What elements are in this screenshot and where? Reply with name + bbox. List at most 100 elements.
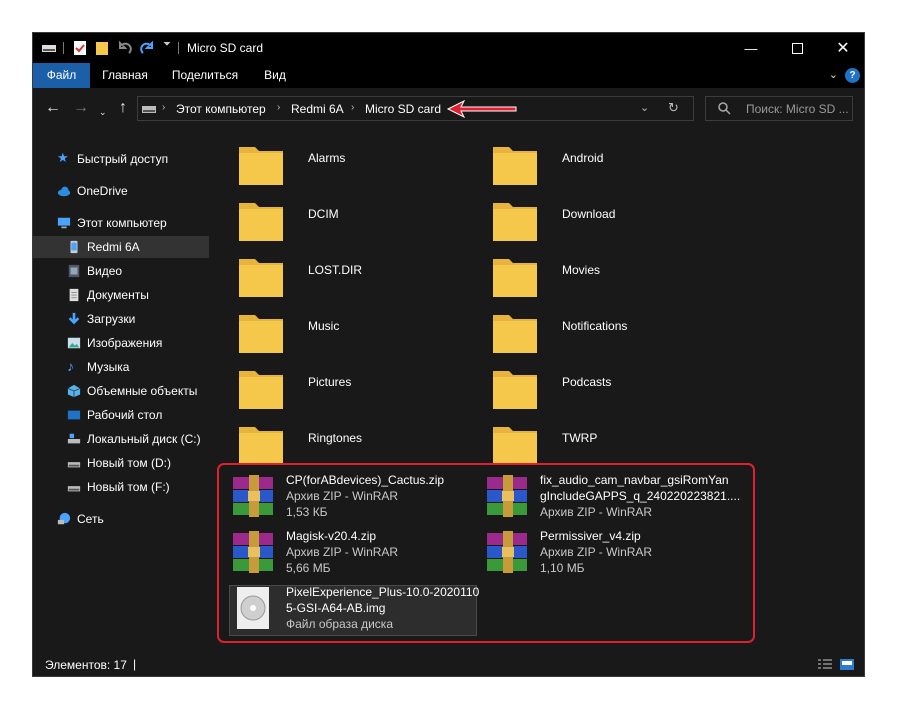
new-folder-icon[interactable] xyxy=(95,40,109,56)
folder-name: Alarms xyxy=(308,151,346,165)
recent-locations-icon[interactable]: ⌄ xyxy=(99,103,107,121)
cloud-icon xyxy=(57,186,71,197)
refresh-icon[interactable]: ↻ xyxy=(668,100,679,116)
desktop-icon xyxy=(67,410,81,420)
address-bar[interactable]: › Этот компьютер › Redmi 6A › Micro SD c… xyxy=(137,96,694,121)
undo-icon[interactable] xyxy=(117,40,133,56)
maximize-icon xyxy=(791,42,803,54)
folder-item[interactable]: Podcasts xyxy=(491,365,731,417)
breadcrumb-this-pc[interactable]: Этот компьютер xyxy=(176,102,266,116)
sidebar-item-downloads[interactable]: Загрузки xyxy=(33,308,209,330)
folder-name: Movies xyxy=(562,263,601,277)
customize-toolbar-icon[interactable]: ⏷ xyxy=(163,39,171,50)
folder-icon xyxy=(491,365,539,411)
search-input[interactable]: Поиск: Micro SD ... xyxy=(746,102,849,116)
expand-ribbon-icon[interactable]: ⌄ xyxy=(829,68,838,81)
folder-icon xyxy=(491,421,539,467)
breadcrumb-redmi[interactable]: Redmi 6A xyxy=(291,102,344,116)
sidebar-item-label: Быстрый доступ xyxy=(77,152,169,166)
computer-icon xyxy=(57,217,71,229)
forward-icon[interactable]: → xyxy=(73,99,89,117)
sidebar-item-video[interactable]: Видео xyxy=(33,260,209,282)
sidebar-item-label: Загрузки xyxy=(87,312,136,326)
folder-name: Music xyxy=(308,319,340,333)
navigation-bar: ← → ⌄ ↑ › Этот компьютер › Redmi 6A › Mi… xyxy=(33,88,864,130)
folder-icon xyxy=(237,309,285,355)
folder-item[interactable]: Notifications xyxy=(491,309,731,361)
pictures-icon xyxy=(67,337,81,349)
folder-icon xyxy=(237,197,285,243)
sidebar-item-pictures[interactable]: Изображения xyxy=(33,332,209,354)
download-icon xyxy=(68,312,80,325)
close-button[interactable]: ✕ xyxy=(820,33,866,63)
red-highlight-annotation xyxy=(217,463,755,643)
folder-item[interactable]: DCIM xyxy=(237,197,477,249)
sidebar-item-label: Документы xyxy=(87,288,149,302)
folder-item[interactable]: Android xyxy=(491,141,731,193)
sidebar-item-quick-access[interactable]: ★ Быстрый доступ xyxy=(33,148,209,170)
sidebar-item-drive-d[interactable]: Новый том (D:) xyxy=(33,452,209,474)
item-count: Элементов: 17 xyxy=(45,658,127,672)
sidebar-item-label: Новый том (F:) xyxy=(87,480,170,494)
sidebar-item-onedrive[interactable]: OneDrive xyxy=(33,180,209,202)
network-icon xyxy=(57,512,71,525)
chevron-right-icon[interactable]: › xyxy=(162,102,165,113)
sidebar-item-network[interactable]: Сеть xyxy=(33,508,209,530)
help-icon[interactable]: ? xyxy=(845,68,860,83)
folder-icon xyxy=(491,253,539,299)
documents-icon xyxy=(69,288,79,302)
tab-share[interactable]: Поделиться xyxy=(165,63,245,88)
folder-item[interactable]: Movies xyxy=(491,253,731,305)
sidebar-item-3d-objects[interactable]: Объемные объекты xyxy=(33,380,209,402)
title-bar: ⏷ Micro SD card — ✕ xyxy=(33,33,864,63)
ribbon: Файл Главная Поделиться Вид ⌄ ? xyxy=(33,63,864,115)
sidebar-item-label: Локальный диск (C:) xyxy=(87,432,201,446)
sidebar-item-music[interactable]: ♪ Музыка xyxy=(33,356,209,378)
sidebar-item-label: Этот компьютер xyxy=(77,216,167,230)
sidebar-item-drive-f[interactable]: Новый том (F:) xyxy=(33,476,209,498)
details-view-icon[interactable] xyxy=(818,658,832,671)
back-icon[interactable]: ← xyxy=(45,99,61,117)
folder-icon xyxy=(491,197,539,243)
folder-item[interactable]: Download xyxy=(491,197,731,249)
folder-name: Android xyxy=(562,151,604,165)
tab-home[interactable]: Главная xyxy=(93,63,157,88)
sidebar-item-label: Объемные объекты xyxy=(87,384,198,398)
sidebar-item-label: Изображения xyxy=(87,336,163,350)
folder-item[interactable]: Pictures xyxy=(237,365,477,417)
sidebar-item-label: Музыка xyxy=(87,360,130,374)
chevron-right-icon[interactable]: › xyxy=(277,102,280,113)
folder-icon xyxy=(237,421,285,467)
large-icons-view-icon[interactable] xyxy=(840,658,854,671)
folder-item[interactable]: LOST.DIR xyxy=(237,253,477,305)
tab-view[interactable]: Вид xyxy=(255,63,295,88)
sidebar-item-label: Видео xyxy=(87,264,123,278)
sidebar-item-desktop[interactable]: Рабочий стол xyxy=(33,404,209,426)
status-separator: | xyxy=(133,657,137,671)
properties-icon[interactable] xyxy=(73,40,87,56)
search-box[interactable]: Поиск: Micro SD ... xyxy=(705,96,853,121)
sidebar-item-drive-c[interactable]: Локальный диск (C:) xyxy=(33,428,209,450)
drive-icon xyxy=(67,486,81,492)
chevron-right-icon[interactable]: › xyxy=(351,102,354,113)
sidebar-item-this-pc[interactable]: Этот компьютер xyxy=(33,212,209,234)
folder-item[interactable]: Alarms xyxy=(237,141,477,193)
folder-icon xyxy=(237,141,285,187)
folder-icon xyxy=(237,253,285,299)
sidebar-item-documents[interactable]: Документы xyxy=(33,284,209,306)
folder-icon xyxy=(237,365,285,411)
folder-icon xyxy=(491,141,539,187)
folder-name: Ringtones xyxy=(308,431,363,445)
sidebar-item-label: Рабочий стол xyxy=(87,408,163,422)
video-icon xyxy=(68,264,80,278)
folder-item[interactable]: Music xyxy=(237,309,477,361)
breadcrumb-sd-card[interactable]: Micro SD card xyxy=(365,102,441,116)
redo-icon[interactable] xyxy=(139,40,155,56)
folder-icon xyxy=(491,309,539,355)
minimize-button[interactable]: — xyxy=(728,33,774,63)
maximize-button[interactable] xyxy=(774,33,820,63)
address-history-icon[interactable]: ⌄ xyxy=(640,101,649,114)
sidebar-item-redmi[interactable]: Redmi 6A xyxy=(33,236,209,258)
drive-icon xyxy=(142,106,156,113)
up-icon[interactable]: ↑ xyxy=(119,99,127,117)
